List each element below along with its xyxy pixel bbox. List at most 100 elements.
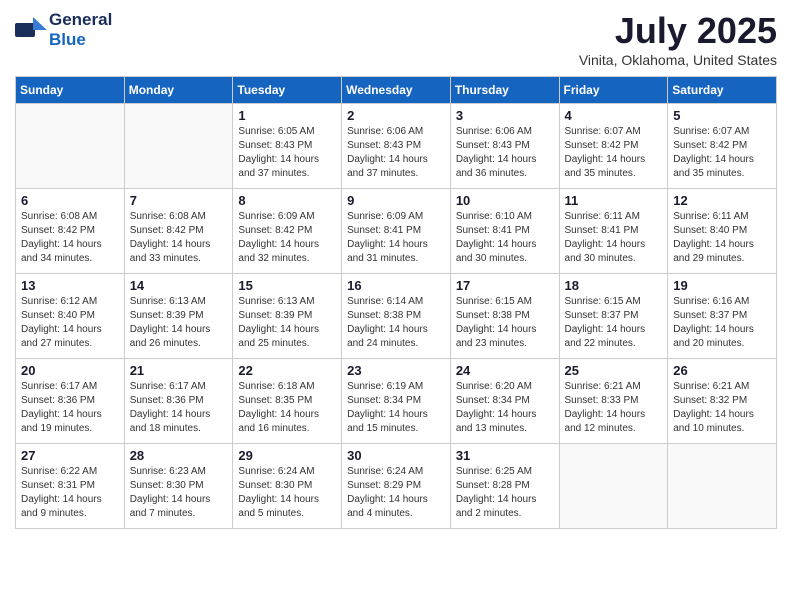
week-row-2: 13Sunrise: 6:12 AMSunset: 8:40 PMDayligh… <box>16 274 777 359</box>
day-info: Sunrise: 6:21 AMSunset: 8:33 PMDaylight:… <box>565 380 663 436</box>
day-info: Sunrise: 6:09 AMSunset: 8:41 PMDaylight:… <box>347 210 445 266</box>
page-header: General Blue July 2025 Vinita, Oklahoma,… <box>15 10 777 68</box>
day-number: 30 <box>347 448 445 463</box>
day-cell: 31 Sunrise: 6:25 AMSunset: 8:28 PMDayligh… <box>450 444 559 529</box>
header-saturday: Saturday <box>668 77 777 104</box>
day-info: Sunrise: 6:18 AMSunset: 8:35 PMDaylight:… <box>238 380 336 436</box>
header-monday: Monday <box>124 77 233 104</box>
day-info: Sunrise: 6:06 AMSunset: 8:43 PMDaylight:… <box>347 125 445 181</box>
day-number: 29 <box>238 448 336 463</box>
day-info: Sunrise: 6:15 AMSunset: 8:37 PMDaylight:… <box>565 295 663 351</box>
day-cell: 7 Sunrise: 6:08 AMSunset: 8:42 PMDaylight… <box>124 189 233 274</box>
day-cell: 28Sunrise: 6:23 AMSunset: 8:30 PMDayligh… <box>124 444 233 529</box>
day-info: Sunrise: 6:11 AMSunset: 8:41 PMDaylight:… <box>565 210 663 266</box>
day-info: Sunrise: 6:15 AMSunset: 8:38 PMDaylight:… <box>456 295 554 351</box>
day-number: 18 <box>565 278 663 293</box>
day-number: 2 <box>347 108 445 123</box>
day-info: Sunrise: 6:05 AMSunset: 8:43 PMDaylight:… <box>238 125 336 181</box>
day-number: 26 <box>673 363 771 378</box>
week-row-0: 1 Sunrise: 6:05 AMSunset: 8:43 PMDaylight… <box>16 104 777 189</box>
day-info: Sunrise: 6:13 AMSunset: 8:39 PMDaylight:… <box>130 295 228 351</box>
day-info: Sunrise: 6:24 AMSunset: 8:29 PMDaylight:… <box>347 465 445 521</box>
day-number: 31 <box>456 448 554 463</box>
day-number: 1 <box>238 108 336 123</box>
day-number: 12 <box>673 193 771 208</box>
day-cell: 26 Sunrise: 6:21 AMSunset: 8:32 PMDayligh… <box>668 359 777 444</box>
day-cell: 16 Sunrise: 6:14 AMSunset: 8:38 PMDayligh… <box>342 274 451 359</box>
day-info: Sunrise: 6:19 AMSunset: 8:34 PMDaylight:… <box>347 380 445 436</box>
day-number: 4 <box>565 108 663 123</box>
day-number: 21 <box>130 363 228 378</box>
day-info: Sunrise: 6:20 AMSunset: 8:34 PMDaylight:… <box>456 380 554 436</box>
day-number: 7 <box>130 193 228 208</box>
header-tuesday: Tuesday <box>233 77 342 104</box>
day-cell: 24Sunrise: 6:20 AMSunset: 8:34 PMDayligh… <box>450 359 559 444</box>
day-info: Sunrise: 6:06 AMSunset: 8:43 PMDaylight:… <box>456 125 554 181</box>
header-friday: Friday <box>559 77 668 104</box>
week-row-4: 27 Sunrise: 6:22 AMSunset: 8:31 PMDayligh… <box>16 444 777 529</box>
day-cell: 8 Sunrise: 6:09 AMSunset: 8:42 PMDaylight… <box>233 189 342 274</box>
day-number: 22 <box>238 363 336 378</box>
day-cell: 3Sunrise: 6:06 AMSunset: 8:43 PMDaylight… <box>450 104 559 189</box>
calendar-header-row: SundayMondayTuesdayWednesdayThursdayFrid… <box>16 77 777 104</box>
day-cell: 5Sunrise: 6:07 AMSunset: 8:42 PMDaylight… <box>668 104 777 189</box>
day-info: Sunrise: 6:16 AMSunset: 8:37 PMDaylight:… <box>673 295 771 351</box>
day-number: 13 <box>21 278 119 293</box>
day-cell <box>124 104 233 189</box>
header-wednesday: Wednesday <box>342 77 451 104</box>
day-number: 20 <box>21 363 119 378</box>
day-number: 25 <box>565 363 663 378</box>
day-cell <box>16 104 125 189</box>
day-cell: 2 Sunrise: 6:06 AMSunset: 8:43 PMDaylight… <box>342 104 451 189</box>
day-number: 17 <box>456 278 554 293</box>
day-info: Sunrise: 6:17 AMSunset: 8:36 PMDaylight:… <box>21 380 119 436</box>
day-cell: 12 Sunrise: 6:11 AMSunset: 8:40 PMDayligh… <box>668 189 777 274</box>
day-cell: 22 Sunrise: 6:18 AMSunset: 8:35 PMDayligh… <box>233 359 342 444</box>
day-info: Sunrise: 6:22 AMSunset: 8:31 PMDaylight:… <box>21 465 119 521</box>
day-info: Sunrise: 6:23 AMSunset: 8:30 PMDaylight:… <box>130 465 228 521</box>
day-number: 8 <box>238 193 336 208</box>
title-area: July 2025 Vinita, Oklahoma, United State… <box>579 10 777 68</box>
day-cell: 11 Sunrise: 6:11 AMSunset: 8:41 PMDayligh… <box>559 189 668 274</box>
calendar-table: SundayMondayTuesdayWednesdayThursdayFrid… <box>15 76 777 529</box>
day-number: 27 <box>21 448 119 463</box>
logo-icon <box>15 17 47 43</box>
day-info: Sunrise: 6:09 AMSunset: 8:42 PMDaylight:… <box>238 210 336 266</box>
logo-blue: Blue <box>49 30 86 49</box>
day-number: 23 <box>347 363 445 378</box>
day-cell: 25 Sunrise: 6:21 AMSunset: 8:33 PMDayligh… <box>559 359 668 444</box>
day-cell: 13Sunrise: 6:12 AMSunset: 8:40 PMDayligh… <box>16 274 125 359</box>
day-number: 10 <box>456 193 554 208</box>
day-cell: 30 Sunrise: 6:24 AMSunset: 8:29 PMDayligh… <box>342 444 451 529</box>
day-info: Sunrise: 6:07 AMSunset: 8:42 PMDaylight:… <box>565 125 663 181</box>
day-cell: 4 Sunrise: 6:07 AMSunset: 8:42 PMDaylight… <box>559 104 668 189</box>
day-info: Sunrise: 6:14 AMSunset: 8:38 PMDaylight:… <box>347 295 445 351</box>
day-info: Sunrise: 6:11 AMSunset: 8:40 PMDaylight:… <box>673 210 771 266</box>
day-cell: 9 Sunrise: 6:09 AMSunset: 8:41 PMDaylight… <box>342 189 451 274</box>
day-info: Sunrise: 6:10 AMSunset: 8:41 PMDaylight:… <box>456 210 554 266</box>
day-number: 5 <box>673 108 771 123</box>
day-cell <box>559 444 668 529</box>
week-row-3: 20 Sunrise: 6:17 AMSunset: 8:36 PMDayligh… <box>16 359 777 444</box>
day-cell: 18 Sunrise: 6:15 AMSunset: 8:37 PMDayligh… <box>559 274 668 359</box>
header-thursday: Thursday <box>450 77 559 104</box>
day-cell: 19Sunrise: 6:16 AMSunset: 8:37 PMDayligh… <box>668 274 777 359</box>
day-cell: 29 Sunrise: 6:24 AMSunset: 8:30 PMDayligh… <box>233 444 342 529</box>
day-number: 14 <box>130 278 228 293</box>
logo: General Blue <box>15 10 112 50</box>
day-info: Sunrise: 6:17 AMSunset: 8:36 PMDaylight:… <box>130 380 228 436</box>
day-cell: 14 Sunrise: 6:13 AMSunset: 8:39 PMDayligh… <box>124 274 233 359</box>
day-cell <box>668 444 777 529</box>
header-sunday: Sunday <box>16 77 125 104</box>
day-number: 15 <box>238 278 336 293</box>
day-number: 6 <box>21 193 119 208</box>
day-cell: 15Sunrise: 6:13 AMSunset: 8:39 PMDayligh… <box>233 274 342 359</box>
day-info: Sunrise: 6:21 AMSunset: 8:32 PMDaylight:… <box>673 380 771 436</box>
day-info: Sunrise: 6:24 AMSunset: 8:30 PMDaylight:… <box>238 465 336 521</box>
day-number: 11 <box>565 193 663 208</box>
day-number: 9 <box>347 193 445 208</box>
day-number: 16 <box>347 278 445 293</box>
day-info: Sunrise: 6:25 AMSunset: 8:28 PMDaylight:… <box>456 465 554 521</box>
month-title: July 2025 <box>579 10 777 52</box>
day-info: Sunrise: 6:08 AMSunset: 8:42 PMDaylight:… <box>130 210 228 266</box>
